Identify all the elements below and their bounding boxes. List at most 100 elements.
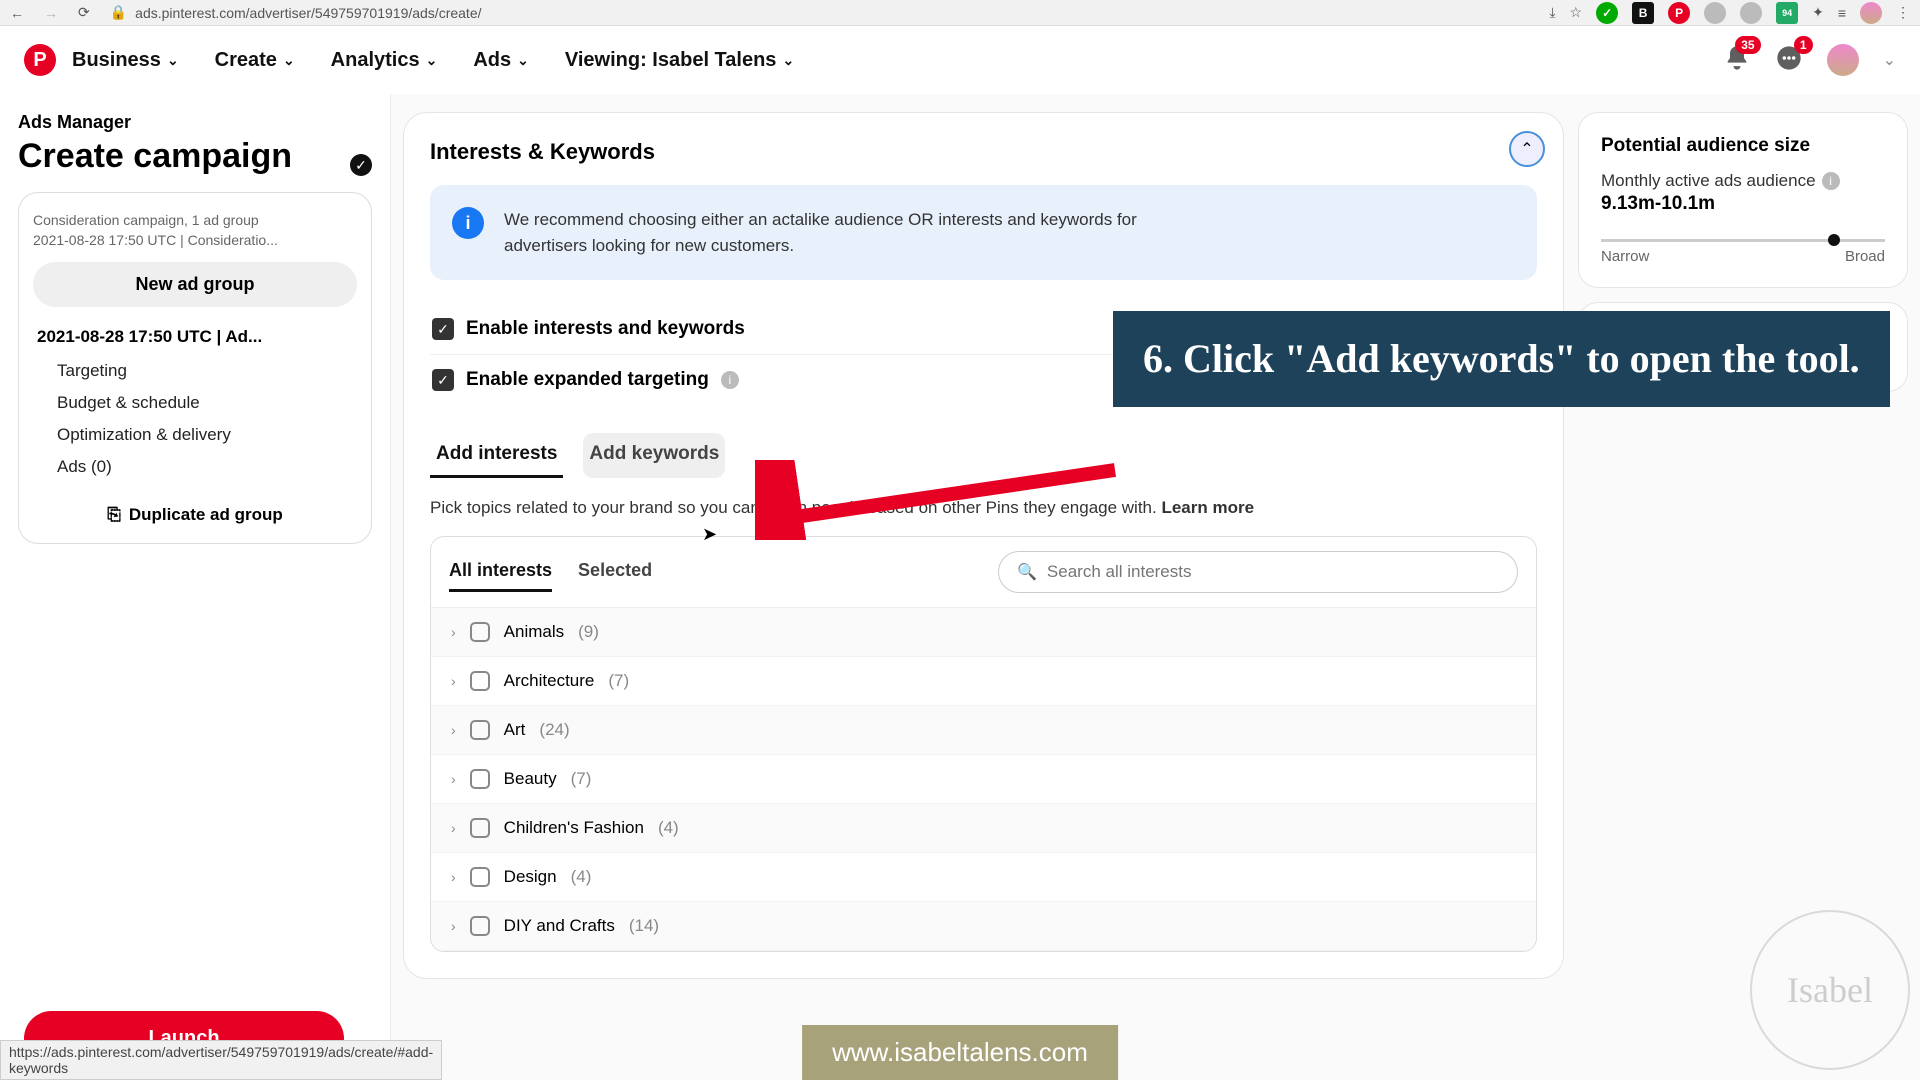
adgroup-title[interactable]: 2021-08-28 17:50 UTC | Ad...	[33, 319, 357, 355]
slider-narrow-label: Narrow	[1601, 248, 1649, 265]
chevron-right-icon[interactable]: ›	[451, 624, 456, 640]
chevron-down-icon: ⌄	[167, 52, 179, 69]
sidebar-item-targeting[interactable]: Targeting	[33, 355, 357, 387]
checkbox-unchecked[interactable]	[470, 671, 490, 691]
audience-title: Potential audience size	[1601, 135, 1885, 157]
chevron-up-icon: ⌃	[1520, 139, 1533, 159]
ext-k-icon[interactable]	[1704, 2, 1726, 24]
ext-grammarly-icon[interactable]: ✓	[1596, 2, 1618, 24]
ext-94-icon[interactable]: 94	[1776, 2, 1798, 24]
interest-row[interactable]: › Art (24)	[431, 706, 1536, 755]
checkbox-unchecked[interactable]	[470, 720, 490, 740]
chevron-down-icon: ⌄	[426, 52, 438, 69]
status-complete-icon: ✓	[350, 154, 372, 176]
card-title: Interests & Keywords	[430, 139, 1537, 165]
main-content: Interests & Keywords ⌃ i We recommend ch…	[390, 94, 1920, 1080]
slider-thumb	[1828, 234, 1840, 246]
reading-list-icon[interactable]: ≡	[1838, 5, 1846, 21]
sidebar-item-optimization[interactable]: Optimization & delivery	[33, 419, 357, 451]
audience-label: Monthly active ads audience i	[1601, 171, 1885, 191]
info-banner: i We recommend choosing either an actali…	[430, 185, 1537, 280]
notif-badge: 35	[1735, 36, 1760, 54]
interest-name: DIY and Crafts	[504, 916, 615, 936]
info-text: We recommend choosing either an actalike…	[504, 207, 1204, 258]
checkbox-unchecked[interactable]	[470, 867, 490, 887]
sidebar-item-budget[interactable]: Budget & schedule	[33, 387, 357, 419]
interest-name: Design	[504, 867, 557, 887]
interest-name: Art	[504, 720, 526, 740]
extensions-icon[interactable]: ✦	[1812, 4, 1824, 21]
profile-avatar[interactable]	[1860, 2, 1882, 24]
interest-row[interactable]: ›Architecture(7)	[431, 657, 1536, 706]
interest-row[interactable]: › Beauty (7)	[431, 755, 1536, 804]
search-input[interactable]	[1047, 562, 1499, 582]
nav-create[interactable]: Create⌄	[215, 49, 295, 72]
interest-count: (14)	[629, 916, 659, 936]
ptab-all-interests[interactable]: All interests	[449, 552, 552, 592]
ext-globe-icon[interactable]	[1740, 2, 1762, 24]
chevron-right-icon[interactable]: ›	[451, 771, 456, 787]
chevron-right-icon[interactable]: ›	[451, 820, 456, 836]
interest-count: (4)	[571, 867, 592, 887]
interest-count: (24)	[539, 720, 569, 740]
user-avatar[interactable]	[1827, 44, 1859, 76]
interest-row[interactable]: ›Children's Fashion(4)	[431, 804, 1536, 853]
audience-value: 9.13m-10.1m	[1601, 193, 1885, 215]
chevron-right-icon[interactable]: ›	[451, 918, 456, 934]
new-adgroup-button[interactable]: New ad group	[33, 262, 357, 307]
interest-row[interactable]: ›Animals(9)	[431, 608, 1536, 657]
checkbox-unchecked[interactable]	[470, 916, 490, 936]
back-icon[interactable]: ←	[10, 5, 24, 21]
nav-business[interactable]: Business⌄	[72, 49, 179, 72]
duplicate-adgroup-button[interactable]: ⎘ Duplicate ad group	[33, 491, 357, 525]
audience-card: Potential audience size Monthly active a…	[1578, 112, 1908, 288]
nav-analytics[interactable]: Analytics⌄	[331, 49, 438, 72]
star-icon[interactable]: ☆	[1570, 4, 1583, 21]
url-text[interactable]: ads.pinterest.com/advertiser/54975970191…	[135, 5, 481, 21]
collapse-button[interactable]: ⌃	[1509, 131, 1545, 167]
menu-icon[interactable]: ⋮	[1896, 4, 1910, 21]
checkbox-unchecked[interactable]	[470, 769, 490, 789]
ptab-selected[interactable]: Selected	[578, 552, 652, 592]
status-bar-url: https://ads.pinterest.com/advertiser/549…	[0, 1040, 442, 1080]
messages-button[interactable]: 1	[1775, 44, 1803, 77]
pinterest-logo-icon[interactable]: P	[24, 44, 56, 76]
tab-add-interests[interactable]: Add interests	[430, 433, 563, 478]
browser-chrome: ← → ⟳ 🔒 ads.pinterest.com/advertiser/549…	[0, 0, 1920, 26]
slider-broad-label: Broad	[1845, 248, 1885, 265]
checkbox-unchecked[interactable]	[470, 818, 490, 838]
chevron-right-icon[interactable]: ›	[451, 673, 456, 689]
reload-icon[interactable]: ⟳	[78, 4, 90, 21]
help-icon[interactable]: i	[1822, 172, 1840, 190]
sidebar-item-ads[interactable]: Ads (0)	[33, 451, 357, 483]
learn-more-link[interactable]: Learn more	[1161, 498, 1254, 517]
checkbox-unchecked[interactable]	[470, 622, 490, 642]
interest-count: (7)	[571, 769, 592, 789]
ext-b-icon[interactable]: B	[1632, 2, 1654, 24]
chevron-right-icon[interactable]: ›	[451, 722, 456, 738]
help-icon[interactable]: i	[721, 371, 739, 389]
chevron-right-icon[interactable]: ›	[451, 869, 456, 885]
forward-icon[interactable]: →	[44, 5, 58, 21]
search-interests[interactable]: 🔍	[998, 551, 1518, 593]
checkbox-checked-icon[interactable]: ✓	[432, 369, 454, 391]
install-icon[interactable]: ⤓	[1549, 4, 1555, 21]
interest-row[interactable]: › Design (4)	[431, 853, 1536, 902]
nav-ads[interactable]: Ads⌄	[473, 49, 529, 72]
checkbox-checked-icon[interactable]: ✓	[432, 318, 454, 340]
chevron-down-icon: ⌄	[283, 52, 295, 69]
search-icon: 🔍	[1017, 562, 1037, 582]
notifications-button[interactable]: 35	[1723, 44, 1751, 77]
interests-keywords-card: Interests & Keywords ⌃ i We recommend ch…	[403, 112, 1564, 979]
ext-pinterest-icon[interactable]: P	[1668, 2, 1690, 24]
tab-add-keywords[interactable]: Add keywords	[583, 433, 725, 478]
lock-icon: 🔒	[110, 4, 127, 21]
author-stamp: Isabel	[1750, 910, 1910, 1070]
interest-name: Beauty	[504, 769, 557, 789]
interest-count: (9)	[578, 622, 599, 642]
interests-panel: All interests Selected 🔍 ›Animals(9)›Arc…	[430, 536, 1537, 952]
interest-row[interactable]: › DIY and Crafts (14)	[431, 902, 1536, 951]
account-chevron-icon[interactable]: ⌄	[1883, 50, 1896, 70]
nav-viewing[interactable]: Viewing: Isabel Talens⌄	[565, 49, 794, 72]
tutorial-arrow-icon	[755, 460, 1125, 540]
